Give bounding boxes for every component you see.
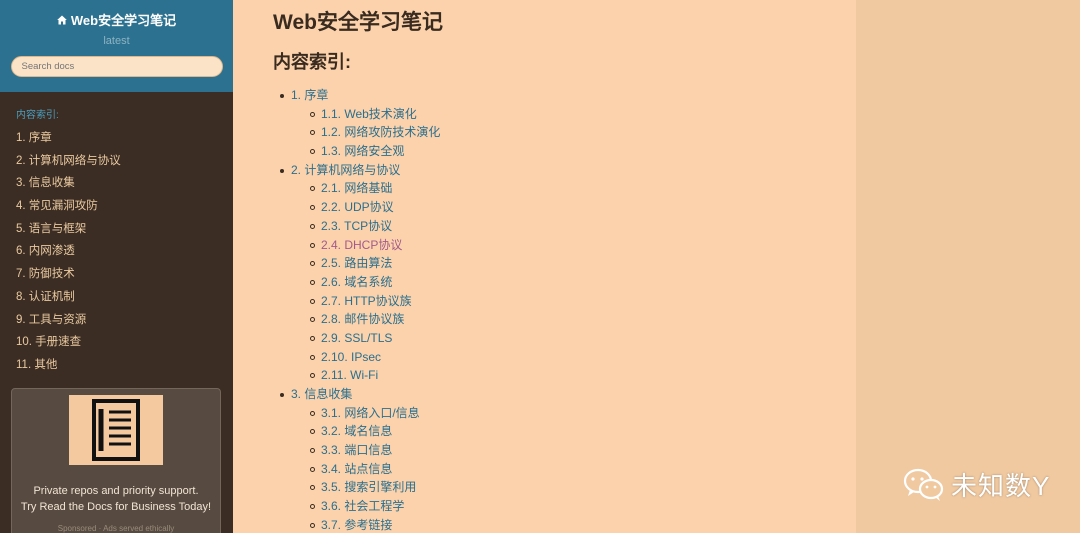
sidebar-item-auth[interactable]: 8. 认证机制: [0, 286, 233, 309]
toc-link[interactable]: 2. 计算机网络与协议: [291, 163, 400, 177]
sidebar-item-vulns[interactable]: 4. 常见漏洞攻防: [0, 195, 233, 218]
toc-link[interactable]: 1. 序章: [291, 88, 328, 102]
toc-link[interactable]: 3.7. 参考链接: [321, 518, 392, 532]
right-gutter: [856, 0, 1080, 533]
toc-link[interactable]: 1.1. Web技术演化: [321, 107, 417, 121]
toc-link[interactable]: 3.6. 社会工程学: [321, 499, 404, 513]
toc-link[interactable]: 2.2. UDP协议: [321, 200, 394, 214]
sidebar-header: Web安全学习笔记 latest: [0, 0, 233, 92]
toc-link[interactable]: 2.3. TCP协议: [321, 219, 392, 233]
toc-link[interactable]: 3.5. 搜索引擎利用: [321, 480, 416, 494]
main-content: Web安全学习笔记 内容索引: 1. 序章 1.1. Web技术演化 1.2. …: [233, 0, 856, 533]
version-label: latest: [103, 35, 130, 47]
sidebar-item-other[interactable]: 11. 其他: [0, 354, 233, 377]
sidebar-item-manual[interactable]: 10. 手册速查: [0, 331, 233, 354]
toc-link[interactable]: 2.10. IPsec: [321, 350, 381, 364]
search-input[interactable]: [10, 56, 223, 77]
home-icon: [57, 15, 67, 24]
sidebar-item-tools[interactable]: 9. 工具与资源: [0, 309, 233, 332]
toc-link[interactable]: 1.2. 网络攻防技术演化: [321, 125, 440, 139]
promo-sponsor: Sponsored · Ads served ethically: [57, 524, 175, 533]
toc-sublist: 2.1. 网络基础 2.2. UDP协议 2.3. TCP协议 2.4. DHC…: [291, 179, 440, 385]
wechat-icon: [903, 468, 944, 501]
sidebar: Web安全学习笔记 latest 内容索引: 1. 序章 2. 计算机网络与协议…: [0, 0, 233, 533]
toc-link[interactable]: 2.11. Wi-Fi: [321, 368, 378, 382]
sidebar-item-defense[interactable]: 7. 防御技术: [0, 263, 233, 286]
brand-link[interactable]: Web安全学习笔记: [0, 0, 233, 29]
toc-link[interactable]: 2.7. HTTP协议族: [321, 294, 412, 308]
toc-sublist: 3.1. 网络入口/信息 3.2. 域名信息 3.3. 端口信息 3.4. 站点…: [291, 404, 440, 533]
book-icon: [69, 395, 163, 465]
watermark: 未知数Y: [903, 466, 1050, 503]
section-title: 内容索引:: [273, 52, 351, 72]
sponsor-ad[interactable]: Private repos and priority support. Try …: [11, 388, 221, 533]
toc-chapter: 2. 计算机网络与协议 2.1. 网络基础 2.2. UDP协议 2.3. TC…: [279, 161, 440, 385]
toc-link[interactable]: 2.6. 域名系统: [321, 275, 392, 289]
toc-link[interactable]: 3.4. 站点信息: [321, 462, 392, 476]
sidebar-item-recon[interactable]: 3. 信息收集: [0, 172, 233, 195]
toc-list: 1. 序章 1.1. Web技术演化 1.2. 网络攻防技术演化 1.3. 网络…: [279, 86, 440, 533]
toc-link[interactable]: 3.3. 端口信息: [321, 443, 392, 457]
toc-link[interactable]: 2.9. SSL/TLS: [321, 331, 392, 345]
toc-link[interactable]: 3.1. 网络入口/信息: [321, 406, 420, 420]
toc-link[interactable]: 3. 信息收集: [291, 387, 352, 401]
toc-sublist: 1.1. Web技术演化 1.2. 网络攻防技术演化 1.3. 网络安全观: [291, 105, 440, 161]
toc-link[interactable]: 1.3. 网络安全观: [321, 144, 404, 158]
toc-link[interactable]: 2.5. 路由算法: [321, 256, 392, 270]
sidebar-item-network[interactable]: 2. 计算机网络与协议: [0, 150, 233, 173]
sidebar-item-preface[interactable]: 1. 序章: [0, 127, 233, 150]
promo-line-2: Try Read the Docs for Business Today!: [20, 501, 212, 513]
page-title: Web安全学习笔记: [273, 11, 443, 34]
brand-title: Web安全学习笔记: [70, 13, 177, 28]
sidebar-nav: 1. 序章 2. 计算机网络与协议 3. 信息收集 4. 常见漏洞攻防 5. 语…: [0, 127, 233, 377]
toc-chapter: 1. 序章 1.1. Web技术演化 1.2. 网络攻防技术演化 1.3. 网络…: [279, 86, 440, 161]
watermark-text: 未知数Y: [951, 471, 1051, 501]
sidebar-item-intranet[interactable]: 6. 内网渗透: [0, 240, 233, 263]
toc-link-visited[interactable]: 2.4. DHCP协议: [321, 238, 402, 252]
toc-link[interactable]: 2.8. 邮件协议族: [321, 312, 404, 326]
toc-link[interactable]: 3.2. 域名信息: [321, 424, 392, 438]
sidebar-caption: 内容索引:: [16, 110, 59, 121]
promo-line-1: Private repos and priority support.: [33, 485, 199, 497]
toc-chapter: 3. 信息收集 3.1. 网络入口/信息 3.2. 域名信息 3.3. 端口信息…: [279, 385, 440, 533]
sidebar-item-languages[interactable]: 5. 语言与框架: [0, 218, 233, 241]
toc-link[interactable]: 2.1. 网络基础: [321, 181, 392, 195]
